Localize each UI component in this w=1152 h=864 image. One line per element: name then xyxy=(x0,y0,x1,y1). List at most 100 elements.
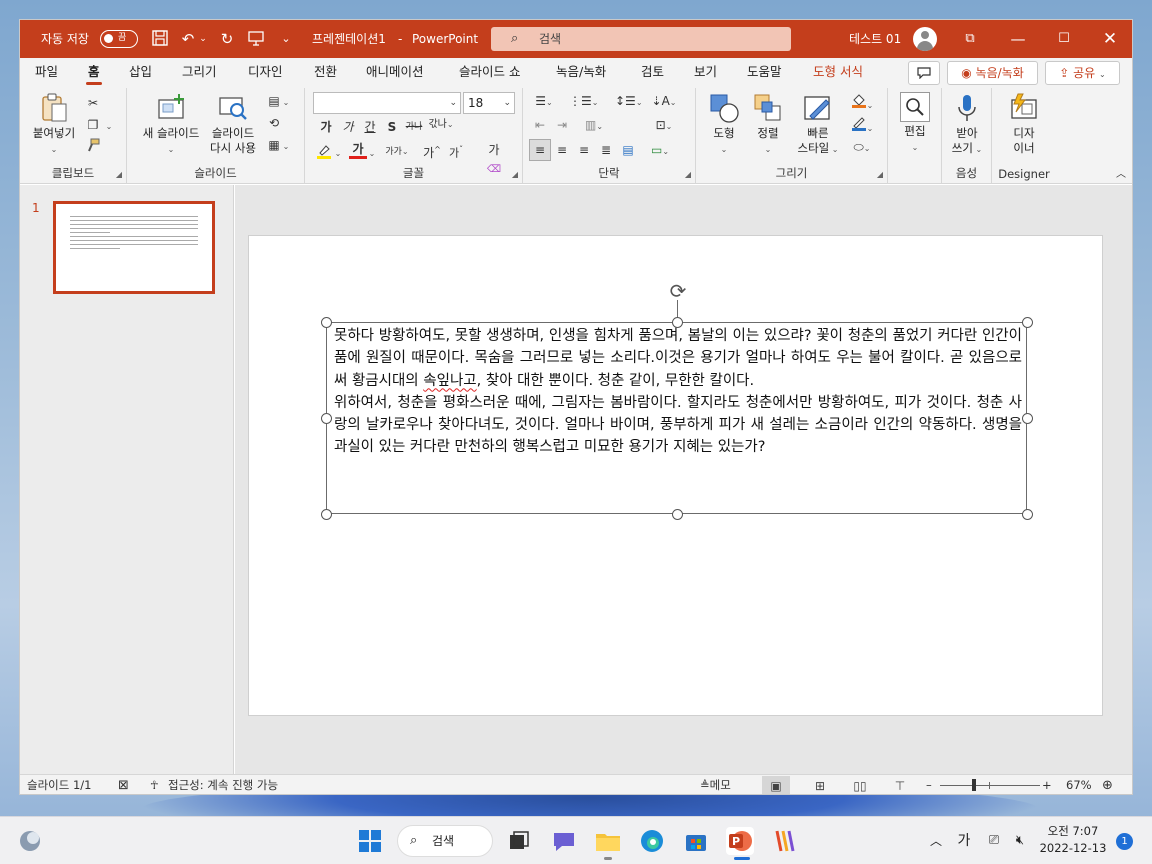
resize-handle-top[interactable] xyxy=(672,317,683,328)
user-name[interactable]: 테스트 01 xyxy=(849,20,901,58)
tab-insert[interactable]: 삽입 xyxy=(129,58,152,88)
zoom-in-button[interactable]: + xyxy=(1042,775,1052,794)
edge-icon[interactable] xyxy=(638,827,666,855)
dialog-launcher-icon[interactable]: ◢ xyxy=(685,170,691,179)
show-hidden-icons-icon[interactable]: ︿ xyxy=(928,817,944,864)
slideshow-view-icon[interactable]: ⊤ xyxy=(886,776,914,794)
font-color-dropdown-icon[interactable]: ⌄ xyxy=(367,143,377,161)
align-center-icon[interactable]: ≡ xyxy=(553,141,571,159)
clock[interactable]: 오전 7:07 2022-12-13 xyxy=(1038,823,1108,857)
slide-sorter-icon[interactable]: ⊞ xyxy=(806,776,834,794)
decrease-font-size-icon[interactable]: 가ˇ xyxy=(445,141,467,160)
tab-view[interactable]: 보기 xyxy=(694,58,717,88)
align-left-icon[interactable]: ≡ xyxy=(529,139,551,161)
resize-handle-bottom-left[interactable] xyxy=(321,509,332,520)
tab-help[interactable]: 도움말 xyxy=(747,58,782,88)
cut-icon[interactable]: ✂ xyxy=(84,94,102,112)
minimize-button[interactable]: — xyxy=(995,20,1041,58)
undo-icon[interactable]: ↶ xyxy=(178,29,198,49)
zoom-out-button[interactable]: – xyxy=(926,775,932,794)
powerpoint-taskbar-icon[interactable]: P xyxy=(726,827,754,855)
change-case-icon[interactable]: 가가⌄ xyxy=(385,143,409,161)
tab-design[interactable]: 디자인 xyxy=(248,58,283,88)
dictate-button[interactable]: 받아 쓰기 ⌄ xyxy=(947,92,987,157)
present-from-start-icon[interactable] xyxy=(246,29,266,49)
highlight-color-icon[interactable] xyxy=(315,143,333,161)
shape-fill-icon[interactable]: ⌄ xyxy=(848,92,876,110)
record-button[interactable]: ◉ 녹음/녹화 xyxy=(947,61,1038,85)
notes-button[interactable]: ≜메모 xyxy=(700,775,731,794)
highlight-dropdown-icon[interactable]: ⌄ xyxy=(333,143,343,161)
line-spacing-icon[interactable]: ↕☰⌄ xyxy=(615,92,643,110)
slide-canvas[interactable]: ⟳ 못하다 방황하여도, 못할 생생하며, 인생을 힘차게 품으며, 봄날의 이… xyxy=(248,235,1103,716)
customize-qat-icon[interactable]: ⌄ xyxy=(276,29,296,49)
resize-handle-top-right[interactable] xyxy=(1022,317,1033,328)
strikethrough-icon[interactable]: 가나 xyxy=(405,118,423,136)
file-explorer-icon[interactable] xyxy=(594,827,622,855)
font-color-icon[interactable]: 가 xyxy=(349,140,367,159)
editing-button[interactable]: 편집 ⌄ xyxy=(897,92,933,155)
shapes-button[interactable]: 도형 ⌄ xyxy=(704,92,744,157)
character-spacing-icon[interactable]: 갃나⌄ xyxy=(427,116,455,134)
zoom-slider-knob[interactable] xyxy=(972,779,976,791)
tab-file[interactable]: 파일 xyxy=(35,58,58,88)
bullets-icon[interactable]: ☰⌄ xyxy=(531,92,557,110)
ime-indicator[interactable]: 가 xyxy=(954,817,974,864)
accessibility-icon[interactable]: ☥ xyxy=(150,775,159,794)
notification-badge[interactable]: 1 xyxy=(1116,833,1133,850)
avatar[interactable] xyxy=(913,27,937,51)
underline-icon[interactable]: 간 xyxy=(361,118,379,136)
tab-transitions[interactable]: 전환 xyxy=(314,58,337,88)
tab-slideshow[interactable]: 슬라이드 쇼 xyxy=(459,58,520,88)
justify-icon[interactable]: ≣ xyxy=(597,141,615,159)
align-text-icon[interactable]: ⊡⌄ xyxy=(651,116,677,134)
columns-icon[interactable]: ▥⌄ xyxy=(581,116,607,134)
reuse-slides-button[interactable]: 슬라이드 다시 사용 xyxy=(207,92,259,156)
designer-button[interactable]: 디자 이너 xyxy=(1004,92,1044,156)
align-right-icon[interactable]: ≡ xyxy=(575,141,593,159)
slide-thumbnail[interactable] xyxy=(53,201,215,294)
chat-icon[interactable] xyxy=(550,827,578,855)
shape-effects-icon[interactable]: ⬭⌄ xyxy=(848,138,876,156)
text-box-content[interactable]: 못하다 방황하여도, 못할 생생하며, 인생을 힘차게 품으며, 봄날의 이는 … xyxy=(334,325,1022,459)
redo-icon[interactable]: ↻ xyxy=(217,29,237,49)
tab-animations[interactable]: 애니메이션 xyxy=(366,58,424,88)
comments-button[interactable] xyxy=(908,61,940,85)
taskbar-search[interactable]: ⌕ 검색 xyxy=(397,825,493,857)
increase-font-size-icon[interactable]: 가^ xyxy=(421,141,443,160)
tab-draw[interactable]: 그리기 xyxy=(182,58,217,88)
tab-home[interactable]: 홈 xyxy=(86,58,101,88)
task-view-icon[interactable] xyxy=(505,827,533,855)
speaker-muted-icon[interactable]: 🔇︎ xyxy=(1010,817,1030,864)
increase-indent-icon[interactable]: ⇥ xyxy=(553,116,571,134)
display-icon[interactable]: ⎚ xyxy=(984,817,1004,864)
font-size-dropdown[interactable]: 18 ⌄ xyxy=(463,92,515,114)
autosave-toggle[interactable]: 끔 xyxy=(100,30,138,48)
tab-review[interactable]: 검토 xyxy=(641,58,664,88)
italic-icon[interactable]: 가 xyxy=(339,118,357,136)
store-icon[interactable] xyxy=(682,827,710,855)
copy-icon[interactable]: ❐ xyxy=(84,116,102,134)
bold-icon[interactable]: 가 xyxy=(317,118,335,136)
tab-recording[interactable]: 녹음/녹화 xyxy=(556,58,606,88)
ribbon-display-options-icon[interactable]: ⧉ xyxy=(947,20,993,58)
text-box[interactable]: 못하다 방황하여도, 못할 생생하며, 인생을 힘차게 품으며, 봄날의 이는 … xyxy=(321,317,1033,520)
collapse-ribbon-icon[interactable]: ︿ xyxy=(1112,166,1130,184)
reset-icon[interactable]: ⟲ xyxy=(265,114,283,132)
layout-dropdown-icon[interactable]: ⌄ xyxy=(281,92,291,110)
save-icon[interactable] xyxy=(150,29,170,49)
paste-button[interactable]: 붙여넣기 ⌄ xyxy=(29,92,79,157)
resize-handle-bottom-right[interactable] xyxy=(1022,509,1033,520)
fit-to-window-icon[interactable]: ⊕ xyxy=(1102,775,1113,794)
zoom-slider[interactable] xyxy=(940,779,1040,791)
resize-handle-top-left[interactable] xyxy=(321,317,332,328)
spelling-check-icon[interactable]: ⊠ xyxy=(118,775,129,794)
format-painter-icon[interactable] xyxy=(84,138,102,156)
copy-dropdown-icon[interactable]: ⌄ xyxy=(104,116,114,134)
dialog-launcher-icon[interactable]: ◢ xyxy=(512,170,518,179)
resize-handle-left[interactable] xyxy=(321,413,332,424)
start-icon[interactable] xyxy=(356,827,384,855)
rotate-handle-icon[interactable]: ⟳ xyxy=(665,278,691,304)
reading-view-icon[interactable]: ▯▯ xyxy=(846,776,874,794)
resize-handle-right[interactable] xyxy=(1022,413,1033,424)
